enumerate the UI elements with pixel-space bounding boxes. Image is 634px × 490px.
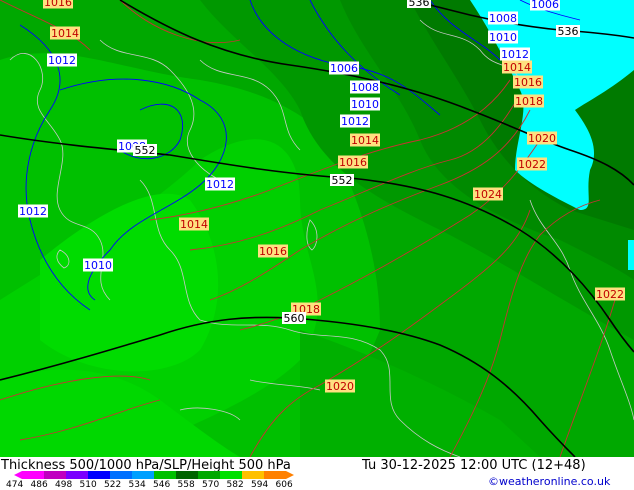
legend-value: 558 <box>177 480 195 490</box>
legend-swatch <box>176 471 198 479</box>
isobar-label: 1014 <box>179 217 209 231</box>
isobar-label: 1006 <box>329 61 359 75</box>
height-label: 552 <box>133 144 157 157</box>
height-label-text: 536 <box>558 25 579 38</box>
isobar-label-text: 1012 <box>501 48 529 61</box>
isobar-label-text: 1016 <box>44 0 72 9</box>
isobar-label: 1022 <box>595 287 625 301</box>
isobar-label-text: 1022 <box>596 288 624 301</box>
legend-value: 486 <box>30 480 48 490</box>
isobar-label-text: 1022 <box>518 158 546 171</box>
isobar-label-text: 1012 <box>48 54 76 67</box>
isobar-label-text: 1020 <box>326 380 354 393</box>
legend-swatch <box>22 471 44 479</box>
isobar-label: 1016 <box>338 155 368 169</box>
legend-swatch <box>88 471 110 479</box>
isobar-label: 1018 <box>514 94 544 108</box>
legend-swatch <box>154 471 176 479</box>
legend-swatch <box>220 471 242 479</box>
isobar-label-text: 1016 <box>514 76 542 89</box>
legend-swatch <box>198 471 220 479</box>
isobar-label-text: 1008 <box>489 12 517 25</box>
isobar-label-text: 1016 <box>339 156 367 169</box>
isobar-label-text: 1010 <box>489 31 517 44</box>
map-canvas: 1016101410121006100810101012101410161008… <box>0 0 634 458</box>
isobar-label-text: 1014 <box>51 27 79 40</box>
height-label-text: 560 <box>284 312 305 325</box>
isobar-label-text: 1008 <box>351 81 379 94</box>
cold-air-edge <box>628 240 634 270</box>
height-label: 536 <box>407 0 431 9</box>
height-label-text: 552 <box>135 144 156 157</box>
legend-value: 546 <box>153 480 171 490</box>
weather-map: 1016 1014 1012 1006 1008 1010 1012 1014 1016 1008… <box>0 0 634 458</box>
isobar-label: 1010 <box>488 30 518 44</box>
isobar-label: 1014 <box>50 26 80 40</box>
isobar-label-text: 1018 <box>515 95 543 108</box>
isobar-label-text: 1010 <box>84 259 112 272</box>
isobar-label: 1022 <box>517 157 547 171</box>
isobar-label-text: 1012 <box>19 205 47 218</box>
isobar-label-text: 1012 <box>206 178 234 191</box>
legend-arrow-left <box>14 471 22 479</box>
isobar-label-text: 1006 <box>330 62 358 75</box>
height-label-text: 536 <box>409 0 430 9</box>
isobar-label: 1014 <box>350 133 380 147</box>
isobar-label-text: 1020 <box>528 132 556 145</box>
isobar-label: 1016 <box>513 75 543 89</box>
valid-time: Tu 30-12-2025 12:00 UTC (12+48) <box>362 458 586 473</box>
isobar-label-text: 1014 <box>351 134 379 147</box>
isobar-label-text: 1006 <box>531 0 559 11</box>
isobar-label-text: 1010 <box>351 98 379 111</box>
isobar-label: 1012 <box>340 114 370 128</box>
isobar-label: 1014 <box>502 60 532 74</box>
isobar-label: 1016 <box>43 0 73 9</box>
height-label: 560 <box>282 312 306 325</box>
legend-value: 534 <box>128 480 146 490</box>
height-label: 536 <box>556 25 580 38</box>
legend-swatch <box>132 471 154 479</box>
height-label: 552 <box>330 174 354 187</box>
isobar-label: 1012 <box>18 204 48 218</box>
isobar-label: 1010 <box>83 258 113 272</box>
isobar-label: 1020 <box>325 379 355 393</box>
isobar-label-text: 1024 <box>474 188 502 201</box>
legend-swatch <box>264 471 286 479</box>
isobar-label-text: 1014 <box>180 218 208 231</box>
legend-value: 570 <box>202 480 220 490</box>
legend-value: 522 <box>104 480 122 490</box>
legend-swatch <box>44 471 66 479</box>
legend-value: 474 <box>6 480 24 490</box>
legend-swatch <box>66 471 88 479</box>
height-label-text: 552 <box>332 174 353 187</box>
legend-value: 510 <box>79 480 97 490</box>
footer-bar: Thickness 500/1000 hPa/SLP/Height 500 hP… <box>0 457 634 490</box>
credit-link[interactable]: ©weatheronline.co.uk <box>488 476 610 487</box>
legend-value: 498 <box>55 480 73 490</box>
isobar-label: 1012 <box>500 47 530 61</box>
isobar-label-text: 1014 <box>503 61 531 74</box>
isobar-label: 1012 <box>205 177 235 191</box>
isobar-label: 1006 <box>530 0 560 11</box>
isobar-label: 1024 <box>473 187 503 201</box>
isobar-label: 1010 <box>350 97 380 111</box>
isobar-label-text: 1012 <box>341 115 369 128</box>
isobar-label: 1008 <box>488 11 518 25</box>
isobar-label: 1016 <box>258 244 288 258</box>
legend-value: 606 <box>275 480 293 490</box>
isobar-label: 1012 <box>47 53 77 67</box>
legend-value: 594 <box>251 480 269 490</box>
isobar-label: 1020 <box>527 131 557 145</box>
legend-swatch <box>242 471 264 479</box>
isobar-label: 1008 <box>350 80 380 94</box>
legend-swatch <box>110 471 132 479</box>
legend-value: 582 <box>226 480 244 490</box>
legend-arrow-right <box>286 471 294 479</box>
isobar-label-text: 1016 <box>259 245 287 258</box>
